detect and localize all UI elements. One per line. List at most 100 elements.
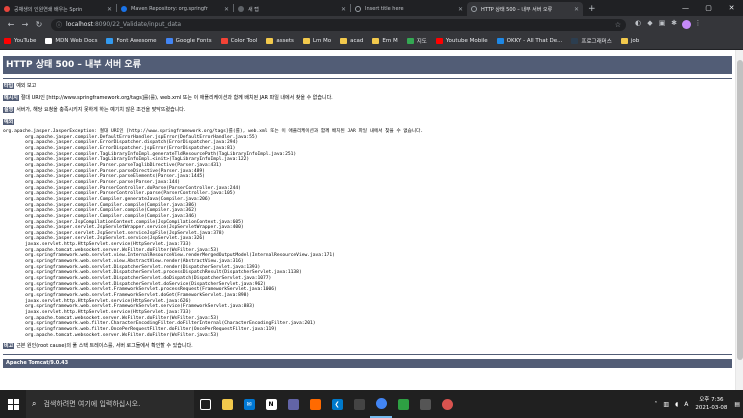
avatar[interactable] — [680, 19, 692, 31]
stack-trace: org.apache.jasper.JasperException: 절대 UR… — [3, 129, 424, 338]
info-icon[interactable]: ⓘ — [56, 20, 62, 29]
extension-icon[interactable]: ▣ — [656, 19, 668, 31]
description-label: 설명 — [3, 107, 15, 113]
google-fonts-icon — [165, 38, 173, 44]
note-value: 근본 원인(root cause)의 풀 스택 트레이스를, 서버 로그들에서 … — [16, 343, 193, 350]
divider — [3, 354, 732, 356]
bookmark-folder[interactable]: job — [620, 38, 639, 44]
search-icon: ⌕ — [32, 399, 37, 408]
task-view-icon[interactable] — [194, 390, 216, 418]
message-row: 메시지 절대 URI인 [http://www.springframework.o… — [3, 95, 732, 102]
file-explorer-icon[interactable] — [216, 390, 238, 418]
message-label: 메시지 — [3, 95, 19, 101]
tab-title: HTTP 상태 500 – 내부 서버 오류 — [481, 6, 553, 13]
youtube-icon — [435, 38, 443, 44]
clock[interactable]: 오후 7:36 2021-03-08 — [695, 396, 727, 412]
fontawesome-icon — [106, 38, 114, 44]
folder-icon — [266, 38, 274, 44]
close-icon[interactable]: ✕ — [574, 6, 579, 13]
input-language[interactable]: A — [684, 401, 688, 408]
clock-date: 2021-03-08 — [695, 405, 728, 411]
note-label: 비고 — [3, 343, 15, 350]
bookmark-item[interactable]: OKKY - All That De... — [496, 38, 562, 44]
notion-icon[interactable]: N — [260, 390, 282, 418]
url-host: localhost — [66, 21, 93, 28]
extension-icon[interactable]: ◐ — [632, 19, 644, 31]
bookmark-item[interactable]: Color Tool — [220, 38, 257, 44]
app-icon[interactable] — [348, 390, 370, 418]
bookmark-item[interactable]: YouTube — [4, 38, 36, 44]
menu-icon[interactable]: ⋮ — [692, 19, 704, 31]
close-icon[interactable]: ✕ — [458, 6, 463, 13]
vertical-scrollbar[interactable] — [735, 50, 743, 390]
bookmark-item[interactable]: Font Awesome — [106, 38, 157, 44]
chrome-icon[interactable] — [370, 390, 392, 418]
clock-time: 오후 7:36 — [699, 397, 724, 403]
type-label: 타입 — [3, 83, 15, 89]
address-bar[interactable]: ⓘ localhost :8090/22_Validate/input_data… — [51, 18, 626, 31]
close-icon[interactable]: ✕ — [341, 6, 346, 13]
bookmark-item[interactable]: Youtube Mobile — [435, 38, 488, 44]
tab-0[interactable]: 공채생의 인원연쇄 배우는 Sprin ✕ — [0, 2, 116, 16]
windows-icon — [7, 398, 19, 410]
tab-4[interactable]: HTTP 상태 500 – 내부 서버 오류 ✕ — [467, 2, 583, 16]
reload-icon[interactable]: ↻ — [32, 20, 46, 29]
tab-2[interactable]: 새 탭 ✕ — [234, 2, 350, 16]
globe-icon — [471, 6, 477, 12]
close-icon[interactable]: ✕ — [224, 6, 229, 13]
app-icon[interactable] — [436, 390, 458, 418]
url-path: :8090/22_Validate/input_data — [92, 21, 182, 28]
forward-icon[interactable]: → — [18, 20, 32, 29]
tab-1[interactable]: Maven Repository: org.springfr ✕ — [117, 2, 233, 16]
browser-toolbar: ← → ↻ ⓘ localhost :8090/22_Validate/inpu… — [0, 16, 743, 33]
extension-icon[interactable]: ◆ — [644, 19, 656, 31]
folder-icon — [302, 38, 310, 44]
bookmark-folder[interactable]: Lm Mo — [302, 38, 331, 44]
tab-3[interactable]: Insert title here ✕ — [351, 2, 467, 16]
bookmark-item[interactable]: 프로그래머스 — [571, 37, 612, 45]
app-icon[interactable] — [282, 390, 304, 418]
scrollbar-thumb[interactable] — [737, 60, 743, 360]
page-title: HTTP 상태 500 – 내부 서버 오류 — [3, 56, 732, 74]
maximize-icon[interactable]: ▢ — [697, 0, 720, 16]
bookmark-folder[interactable]: assets — [266, 38, 294, 44]
bookmark-item[interactable]: 지도 — [406, 37, 427, 45]
message-value: 절대 URI인 [http://www.springframework.org/… — [20, 95, 333, 101]
globe-icon — [355, 6, 361, 12]
extension-icons: ◐ ◆ ▣ ✱ ⋮ — [632, 19, 704, 31]
vscode-icon[interactable]: ❮ — [326, 390, 348, 418]
new-tab-button[interactable]: + — [583, 2, 601, 16]
taskbar-search[interactable]: ⌕ 검색하려면 여기에 입력하십시오. — [26, 390, 194, 418]
notification-icon[interactable]: ▤ — [734, 401, 740, 408]
tab-favicon — [121, 6, 127, 12]
system-tray: ˄ ▥ ◖ A 오후 7:36 2021-03-08 ▤ — [651, 390, 743, 418]
bookmark-folder[interactable]: Em M — [372, 38, 398, 44]
note-row: 비고 근본 원인(root cause)의 풀 스택 트레이스를, 서버 로그들에… — [3, 343, 732, 350]
type-row: 타입 예외 보고 — [3, 83, 732, 90]
exception-row: 예외 — [3, 119, 732, 126]
bookmark-folder[interactable]: acad — [340, 38, 363, 44]
window-controls: — ▢ ✕ — [674, 0, 743, 16]
close-window-icon[interactable]: ✕ — [720, 0, 743, 16]
server-footer: Apache Tomcat/9.0.43 — [3, 359, 732, 369]
puzzle-icon[interactable]: ✱ — [668, 19, 680, 31]
chevron-up-icon[interactable]: ˄ — [654, 401, 657, 408]
taskbar: ⌕ 검색하려면 여기에 입력하십시오. ✉ N ❮ ˄ ▥ ◖ A 오후 7:3… — [0, 390, 743, 418]
mail-icon[interactable]: ✉ — [238, 390, 260, 418]
app-icon[interactable] — [414, 390, 436, 418]
programmers-icon — [571, 38, 579, 44]
close-icon[interactable]: ✕ — [107, 6, 112, 13]
bookmark-item[interactable]: Google Fonts — [165, 38, 212, 44]
search-placeholder: 검색하려면 여기에 입력하십시오. — [43, 400, 141, 408]
back-icon[interactable]: ← — [4, 20, 18, 29]
app-icon[interactable] — [392, 390, 414, 418]
minimize-icon[interactable]: — — [674, 0, 697, 16]
start-button[interactable] — [0, 390, 26, 418]
tab-title: 공채생의 인원연쇄 배우는 Sprin — [14, 6, 83, 13]
network-icon[interactable]: ▥ — [663, 401, 669, 408]
bookmark-item[interactable]: MDN Web Docs — [45, 38, 97, 44]
bookmark-star-icon[interactable]: ☆ — [615, 21, 621, 29]
app-icon[interactable] — [304, 390, 326, 418]
volume-icon[interactable]: ◖ — [675, 401, 678, 408]
description-row: 설명 서버가, 해당 요청을 충족시키지 못하게 하는 예기치 않은 조건을 맞닥… — [3, 107, 732, 114]
